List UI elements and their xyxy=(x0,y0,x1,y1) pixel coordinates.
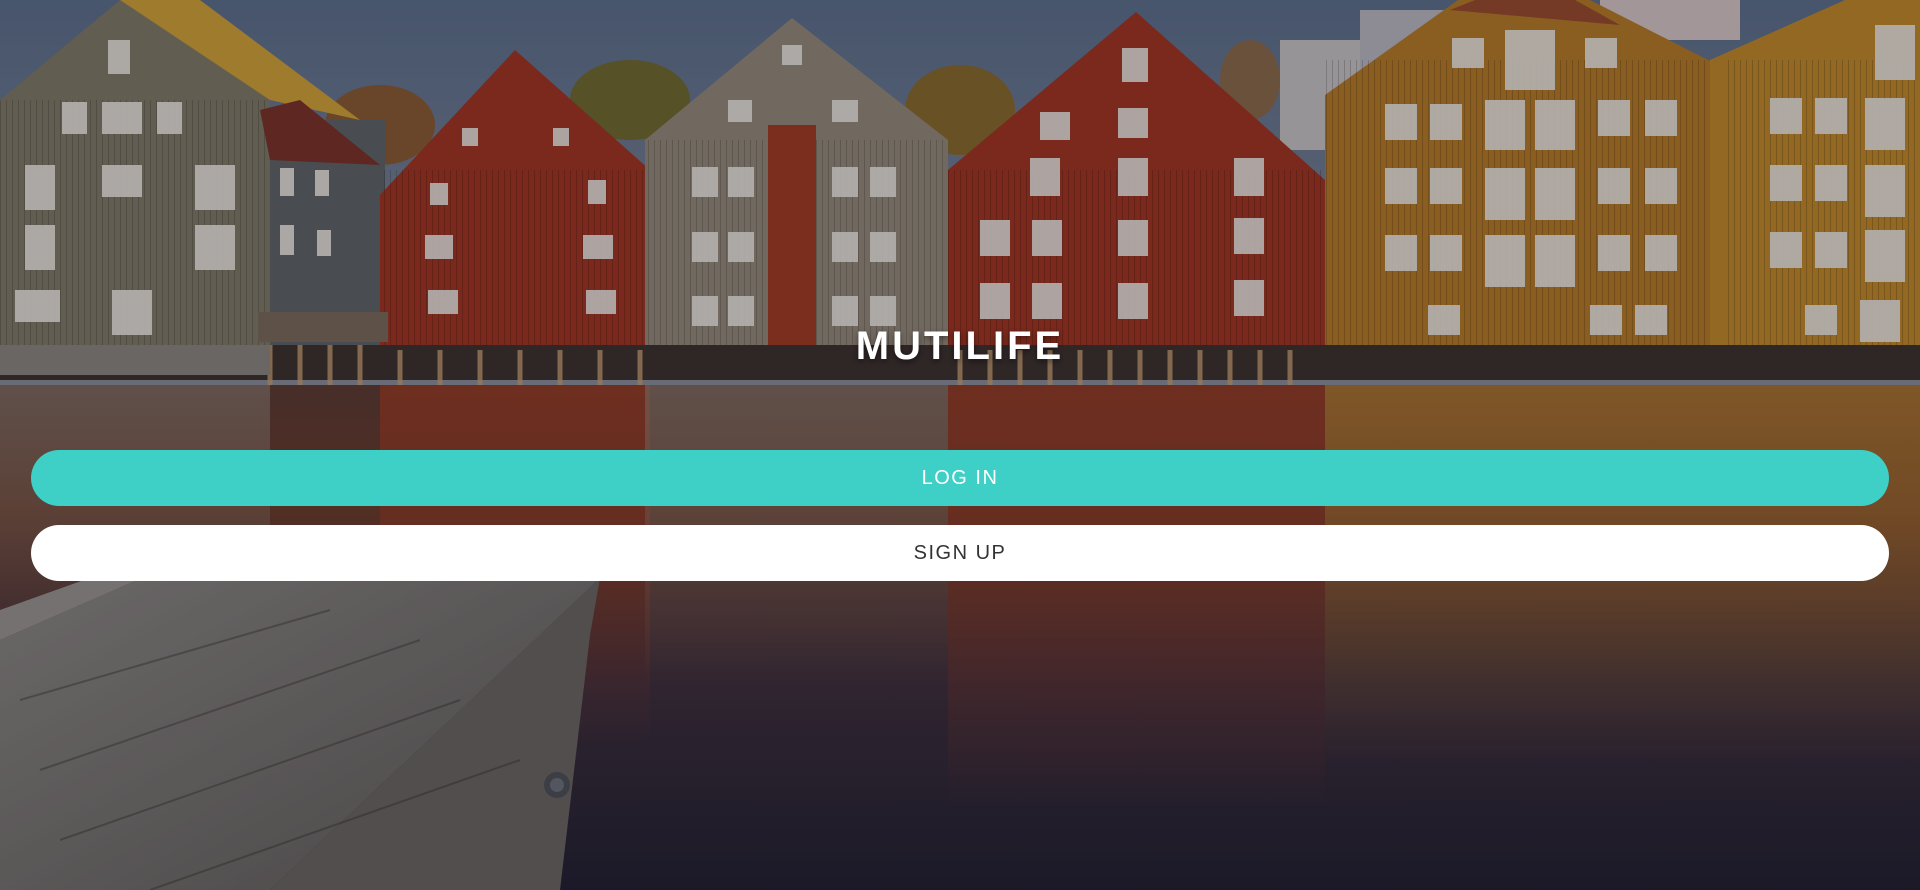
photo-dim-overlay xyxy=(0,0,1920,890)
login-button[interactable]: LOG IN xyxy=(31,450,1889,506)
app-brand-title: MUTILIFE xyxy=(855,324,1065,368)
signup-button[interactable]: SIGN UP xyxy=(31,525,1889,581)
welcome-screen: MUTILIFE LOG IN SIGN UP xyxy=(0,0,1920,890)
